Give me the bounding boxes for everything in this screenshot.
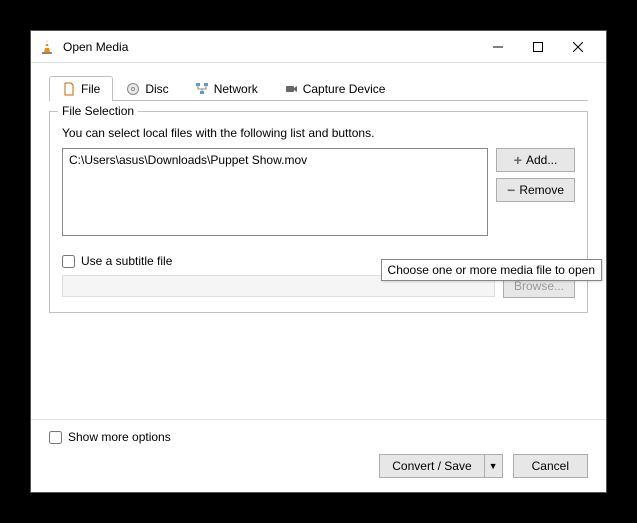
add-button[interactable]: + Add...: [496, 148, 575, 172]
window-title: Open Media: [63, 40, 478, 54]
tab-file[interactable]: File: [49, 76, 113, 101]
dialog-footer: Show more options Convert / Save ▼ Cance…: [31, 419, 606, 492]
convert-dropdown-button[interactable]: ▼: [485, 454, 503, 478]
cancel-label: Cancel: [532, 459, 569, 473]
vlc-cone-icon: [39, 39, 55, 55]
show-more-label: Show more options: [68, 430, 171, 444]
capture-icon: [284, 82, 298, 96]
tab-bar: File Disc Network Capture Device: [49, 75, 588, 101]
minus-icon: −: [507, 182, 515, 198]
browse-button-label: Browse...: [514, 279, 564, 293]
show-more-row: Show more options: [49, 430, 588, 444]
tab-network-label: Network: [214, 82, 258, 96]
remove-button[interactable]: − Remove: [496, 178, 575, 202]
convert-save-button[interactable]: Convert / Save: [379, 454, 484, 478]
file-input-row: C:\Users\asus\Downloads\Puppet Show.mov …: [62, 148, 575, 236]
convert-save-group: Convert / Save ▼: [379, 454, 502, 478]
dialog-content: File Disc Network Capture Device: [31, 63, 606, 419]
window-controls: [478, 33, 598, 61]
tab-file-label: File: [81, 82, 100, 96]
show-more-checkbox[interactable]: [49, 431, 62, 444]
minimize-icon: [493, 42, 503, 52]
cancel-button[interactable]: Cancel: [513, 454, 588, 478]
chevron-down-icon: ▼: [489, 461, 498, 471]
file-list-item[interactable]: C:\Users\asus\Downloads\Puppet Show.mov: [69, 153, 481, 167]
convert-save-label: Convert / Save: [392, 459, 471, 473]
open-media-dialog: Open Media File: [30, 30, 607, 493]
disc-icon: [126, 82, 140, 96]
action-buttons: Convert / Save ▼ Cancel: [49, 454, 588, 478]
subtitle-checkbox[interactable]: [62, 255, 75, 268]
maximize-icon: [533, 42, 543, 52]
tab-network[interactable]: Network: [182, 76, 271, 101]
tab-capture-label: Capture Device: [303, 82, 386, 96]
subtitle-checkbox-label: Use a subtitle file: [81, 254, 172, 268]
titlebar: Open Media: [31, 31, 606, 63]
add-button-label: Add...: [526, 153, 557, 167]
file-selection-group: File Selection You can select local file…: [49, 111, 588, 313]
tooltip: Choose one or more media file to open: [381, 259, 602, 281]
tab-capture[interactable]: Capture Device: [271, 76, 399, 101]
network-icon: [195, 82, 209, 96]
file-icon: [62, 82, 76, 96]
close-button[interactable]: [558, 33, 598, 61]
minimize-button[interactable]: [478, 33, 518, 61]
maximize-button[interactable]: [518, 33, 558, 61]
remove-button-label: Remove: [519, 183, 564, 197]
file-buttons: + Add... − Remove: [496, 148, 575, 202]
tab-disc-label: Disc: [145, 82, 168, 96]
file-selection-legend: File Selection: [58, 104, 138, 118]
tab-disc[interactable]: Disc: [113, 76, 181, 101]
close-icon: [573, 42, 583, 52]
file-list[interactable]: C:\Users\asus\Downloads\Puppet Show.mov: [62, 148, 488, 236]
plus-icon: +: [514, 152, 522, 168]
helper-text: You can select local files with the foll…: [62, 126, 575, 140]
